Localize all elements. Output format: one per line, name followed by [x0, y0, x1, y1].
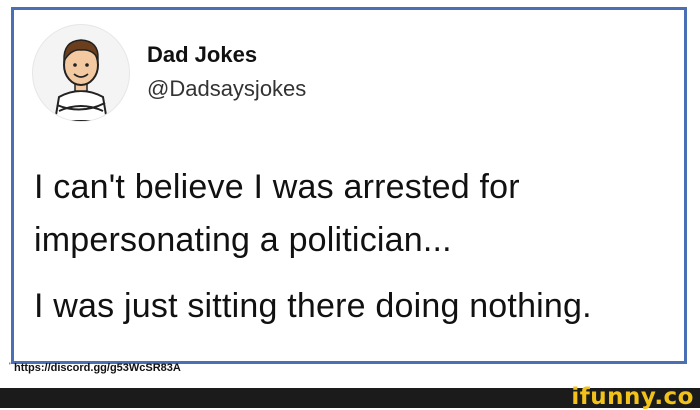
- footer-bar: ifunny.co: [0, 384, 700, 410]
- source-link[interactable]: https://discord.gg/g53WcSR83A: [14, 362, 181, 374]
- post-text-line: I can't believe I was arrested for: [34, 168, 520, 206]
- post-text-line: impersonating a politician...: [34, 221, 452, 259]
- ifunny-watermark: ifunny.co: [571, 384, 694, 410]
- user-handle[interactable]: @Dadsaysjokes: [147, 76, 306, 102]
- display-name[interactable]: Dad Jokes: [147, 42, 257, 68]
- source-tick-mark: ': [9, 361, 11, 371]
- post-card: Dad Jokes @Dadsaysjokes I can't believe …: [11, 7, 687, 364]
- post-text-line: I was just sitting there doing nothing.: [34, 287, 592, 325]
- cartoon-dad-avatar-icon[interactable]: [32, 24, 130, 122]
